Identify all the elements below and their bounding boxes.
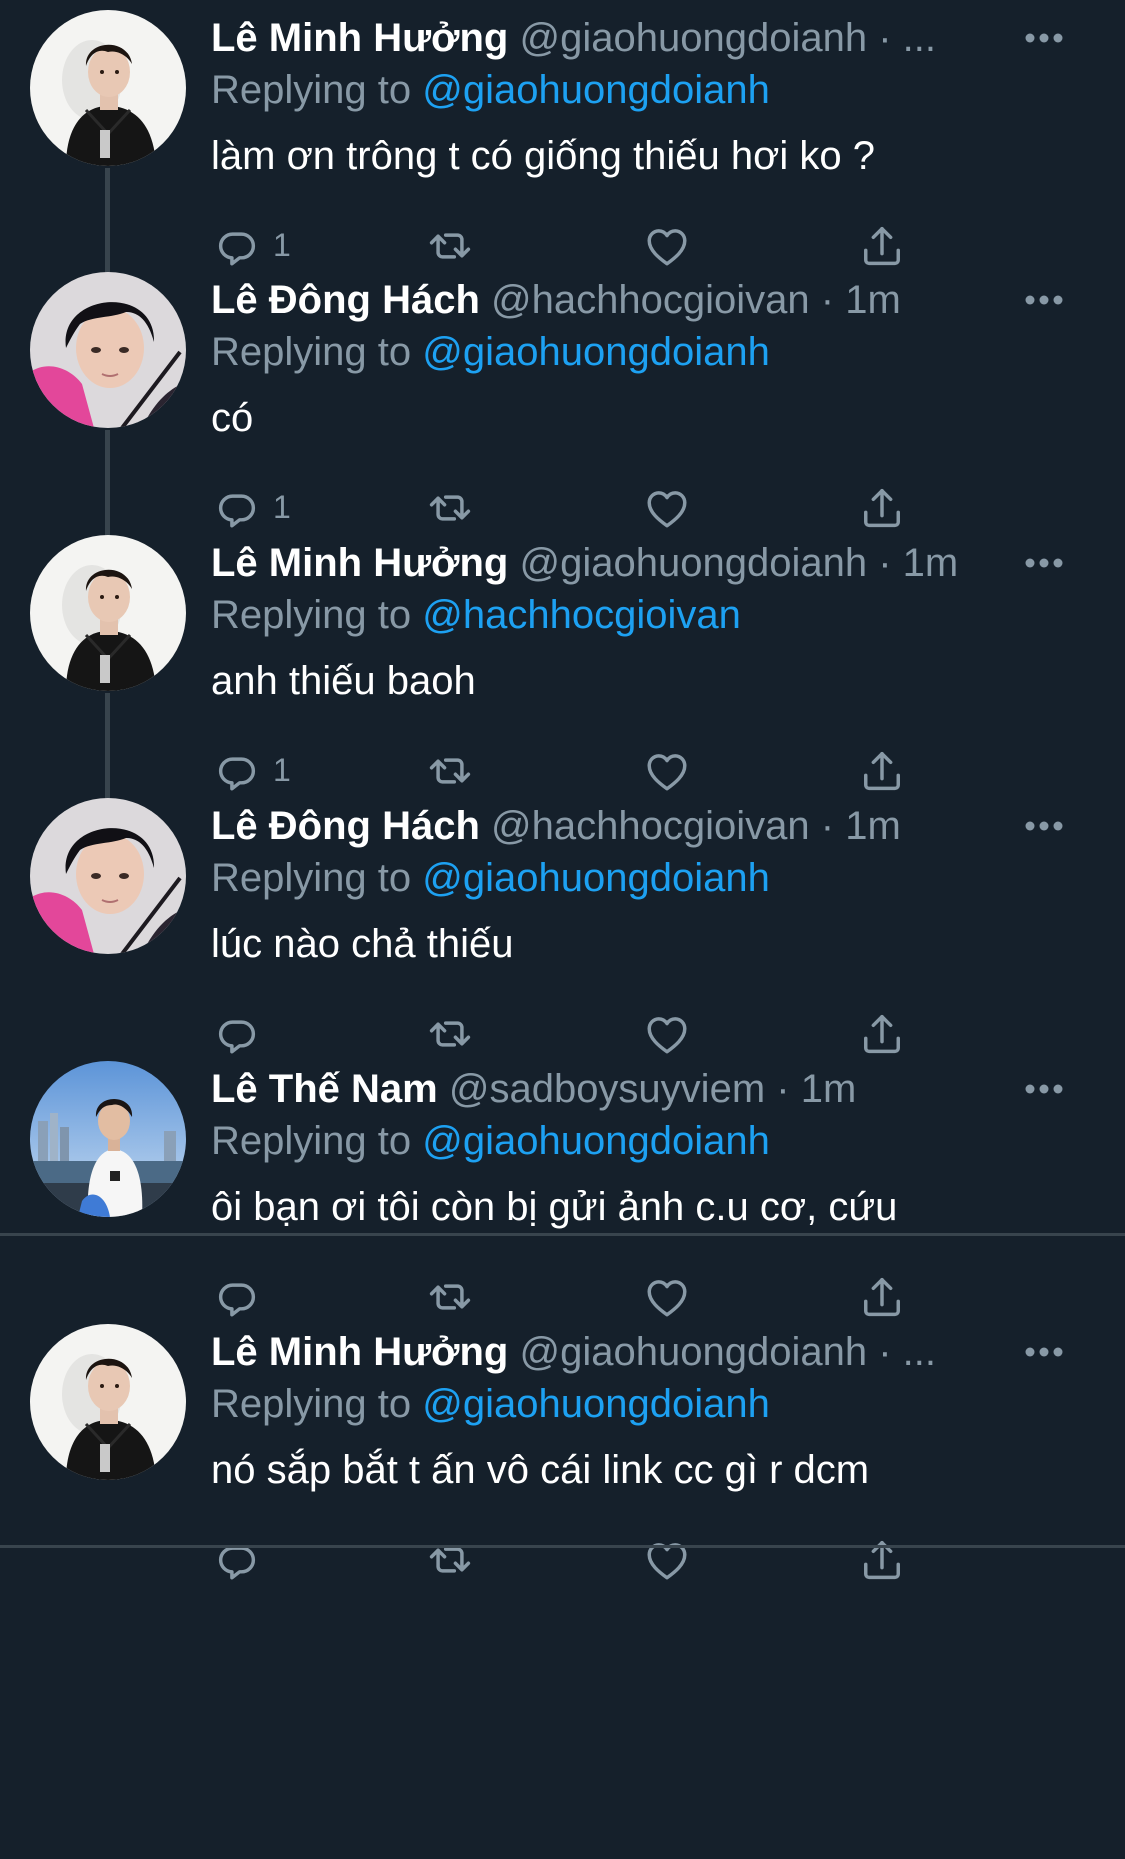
more-horizontal-icon: [1020, 821, 1068, 846]
tweet[interactable]: Lê Minh Hưởng @giaohuongdoianh · 1m Reply…: [0, 525, 1125, 791]
like-button[interactable]: [641, 1534, 693, 1586]
display-name[interactable]: Lê Thế Nam: [211, 1067, 438, 1111]
tweet-divider: [0, 1545, 1125, 1548]
avatar[interactable]: [30, 1061, 186, 1217]
user-handle[interactable]: @giaohuongdoianh: [520, 541, 868, 585]
tweet[interactable]: Lê Minh Hưởng @giaohuongdoianh · ... Repl…: [0, 0, 1125, 266]
replying-to: Replying to @giaohuongdoianh: [211, 1117, 770, 1165]
tweet-header: Lê Minh Hưởng @giaohuongdoianh · 1m: [211, 539, 991, 587]
more-horizontal-icon: [1020, 33, 1068, 58]
avatar[interactable]: [30, 535, 186, 691]
more-horizontal-icon: [1020, 1084, 1068, 1109]
share-button[interactable]: [856, 1534, 908, 1586]
timestamp[interactable]: ...: [903, 16, 936, 60]
tweet[interactable]: Lê Thế Nam @sadboysuyviem · 1m Replying t…: [0, 1051, 1125, 1317]
timestamp[interactable]: 1m: [903, 541, 959, 585]
tweet[interactable]: Lê Đông Hách @hachhocgioivan · 1m Replyin…: [0, 788, 1125, 1054]
replying-to: Replying to @giaohuongdoianh: [211, 66, 770, 114]
replying-to: Replying to @giaohuongdoianh: [211, 854, 770, 902]
display-name[interactable]: Lê Đông Hách: [211, 804, 480, 848]
tweet-text: có: [211, 396, 254, 440]
replying-to-prefix: Replying to: [211, 1119, 412, 1163]
tweet-divider: [0, 1233, 1125, 1236]
display-name[interactable]: Lê Minh Hưởng: [211, 16, 508, 60]
avatar[interactable]: [30, 10, 186, 166]
user-handle[interactable]: @hachhocgioivan: [491, 278, 810, 322]
timestamp[interactable]: 1m: [845, 804, 901, 848]
user-handle[interactable]: @sadboysuyviem: [449, 1067, 765, 1111]
tweet-header: Lê Minh Hưởng @giaohuongdoianh · ...: [211, 14, 991, 62]
replying-to: Replying to @hachhocgioivan: [211, 591, 741, 639]
separator-dot: ·: [820, 804, 835, 848]
timestamp[interactable]: 1m: [801, 1067, 857, 1111]
replying-to-prefix: Replying to: [211, 68, 412, 112]
display-name[interactable]: Lê Đông Hách: [211, 278, 480, 322]
separator-dot: ·: [878, 1330, 892, 1374]
tweet-text: nó sắp bắt t ấn vô cái link cc gì r dcm: [211, 1448, 870, 1492]
reply-button[interactable]: [211, 1534, 273, 1586]
user-handle[interactable]: @hachhocgioivan: [491, 804, 810, 848]
retweet-button[interactable]: [424, 1534, 476, 1586]
tweet-header: Lê Đông Hách @hachhocgioivan · 1m: [211, 276, 991, 324]
more-options-button[interactable]: [1020, 22, 1068, 54]
more-options-button[interactable]: [1020, 810, 1068, 842]
replying-to-prefix: Replying to: [211, 1382, 412, 1426]
more-options-button[interactable]: [1020, 284, 1068, 316]
more-options-button[interactable]: [1020, 1336, 1068, 1368]
replying-to-mention[interactable]: @giaohuongdoianh: [422, 856, 770, 900]
tweet-actions: [211, 1534, 931, 1586]
tweet[interactable]: Lê Minh Hưởng @giaohuongdoianh · ... Repl…: [0, 1314, 1125, 1580]
tweet-text: làm ơn trông t có giống thiếu hơi ko ?: [211, 134, 875, 178]
more-options-button[interactable]: [1020, 547, 1068, 579]
reply-thread-feed: Lê Minh Hưởng @giaohuongdoianh · ... Repl…: [0, 0, 1125, 1859]
tweet-header: Lê Thế Nam @sadboysuyviem · 1m: [211, 1065, 991, 1113]
timestamp[interactable]: 1m: [845, 278, 901, 322]
display-name[interactable]: Lê Minh Hưởng: [211, 1330, 508, 1374]
replying-to: Replying to @giaohuongdoianh: [211, 1380, 770, 1428]
more-horizontal-icon: [1020, 558, 1068, 583]
separator-dot: ·: [878, 541, 892, 585]
avatar[interactable]: [30, 798, 186, 954]
tweet[interactable]: Lê Đông Hách @hachhocgioivan · 1m Replyin…: [0, 262, 1125, 528]
tweet-text: ôi bạn ơi tôi còn bị gửi ảnh c.u cơ, cứu: [211, 1185, 898, 1229]
more-options-button[interactable]: [1020, 1073, 1068, 1105]
replying-to: Replying to @giaohuongdoianh: [211, 328, 770, 376]
replying-to-mention[interactable]: @giaohuongdoianh: [422, 330, 770, 374]
replying-to-mention[interactable]: @giaohuongdoianh: [422, 1382, 770, 1426]
replying-to-mention[interactable]: @giaohuongdoianh: [422, 1119, 770, 1163]
tweet-header: Lê Đông Hách @hachhocgioivan · 1m: [211, 802, 991, 850]
avatar[interactable]: [30, 272, 186, 428]
timestamp[interactable]: ...: [903, 1330, 936, 1374]
replying-to-prefix: Replying to: [211, 593, 412, 637]
tweet-text: anh thiếu baoh: [211, 659, 476, 703]
replying-to-prefix: Replying to: [211, 330, 412, 374]
user-handle[interactable]: @giaohuongdoianh: [520, 1330, 868, 1374]
more-horizontal-icon: [1020, 295, 1068, 320]
separator-dot: ·: [820, 278, 835, 322]
tweet-text: lúc nào chả thiếu: [211, 922, 514, 966]
replying-to-mention[interactable]: @giaohuongdoianh: [422, 68, 770, 112]
tweet-header: Lê Minh Hưởng @giaohuongdoianh · ...: [211, 1328, 991, 1376]
replying-to-prefix: Replying to: [211, 856, 412, 900]
more-horizontal-icon: [1020, 1347, 1068, 1372]
separator-dot: ·: [776, 1067, 790, 1111]
user-handle[interactable]: @giaohuongdoianh: [520, 16, 868, 60]
avatar[interactable]: [30, 1324, 186, 1480]
display-name[interactable]: Lê Minh Hưởng: [211, 541, 508, 585]
replying-to-mention[interactable]: @hachhocgioivan: [422, 593, 741, 637]
separator-dot: ·: [878, 16, 892, 60]
